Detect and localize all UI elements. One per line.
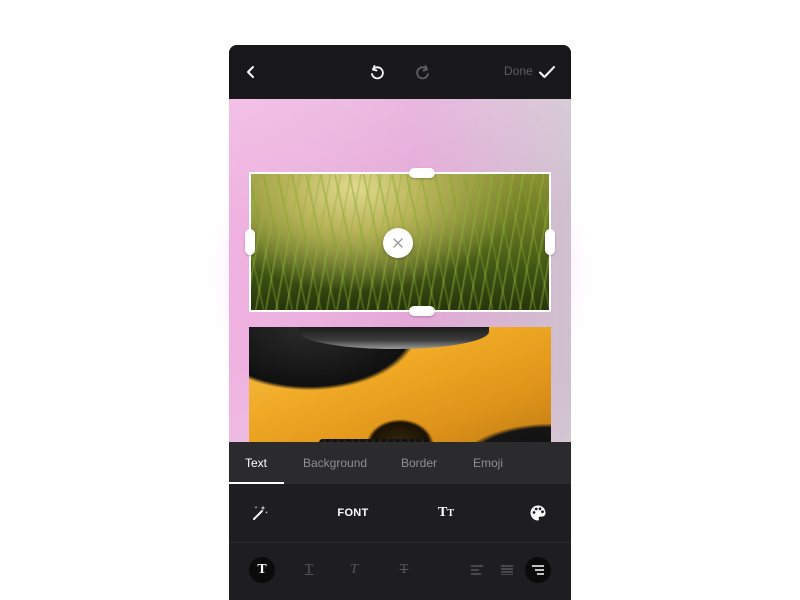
redo-icon[interactable] bbox=[411, 60, 435, 84]
underline-button[interactable]: T bbox=[296, 557, 322, 583]
tab-text[interactable]: Text bbox=[245, 456, 267, 470]
bold-button[interactable]: T bbox=[249, 557, 275, 583]
text-style-row: T T T T bbox=[229, 543, 571, 600]
top-bar: Done bbox=[229, 45, 571, 99]
grass-photo[interactable] bbox=[245, 168, 555, 316]
font-label: FONT bbox=[337, 507, 369, 519]
done-label[interactable]: Done bbox=[504, 64, 533, 78]
car-headlight bbox=[299, 327, 489, 349]
italic-button[interactable]: T bbox=[341, 557, 367, 583]
close-icon[interactable] bbox=[383, 228, 413, 258]
resize-handle-left[interactable] bbox=[245, 229, 255, 255]
font-button[interactable]: FONT bbox=[333, 484, 373, 542]
undo-icon[interactable] bbox=[365, 60, 389, 84]
align-center-icon[interactable] bbox=[494, 557, 520, 583]
photo-canvas: + bbox=[229, 99, 571, 515]
check-icon[interactable] bbox=[535, 60, 559, 84]
text-size-button[interactable]: TT bbox=[431, 484, 461, 542]
underline-icon: T bbox=[304, 562, 314, 577]
strikethrough-icon: T bbox=[399, 562, 409, 577]
tab-bar: Text Background Border Emoji bbox=[229, 442, 571, 484]
tab-background[interactable]: Background bbox=[303, 456, 367, 470]
strikethrough-button[interactable]: T bbox=[391, 557, 417, 583]
magic-wand-icon[interactable] bbox=[245, 484, 275, 542]
align-left-icon[interactable] bbox=[464, 557, 490, 583]
tab-border[interactable]: Border bbox=[401, 456, 437, 470]
resize-handle-right[interactable] bbox=[545, 229, 555, 255]
italic-icon: T bbox=[350, 562, 358, 577]
tab-emoji[interactable]: Emoji bbox=[473, 456, 503, 470]
resize-handle-bottom[interactable] bbox=[409, 306, 435, 316]
text-size-label: TT bbox=[437, 505, 454, 520]
resize-handle-top[interactable] bbox=[409, 168, 435, 178]
chevron-left-icon[interactable] bbox=[239, 60, 263, 84]
bold-icon: T bbox=[257, 562, 267, 577]
text-tools-row: FONT TT bbox=[229, 484, 571, 543]
palette-icon[interactable] bbox=[523, 484, 553, 542]
editor-app: Done + Text Background Border Emoji bbox=[229, 45, 571, 600]
align-right-icon[interactable] bbox=[525, 557, 551, 583]
